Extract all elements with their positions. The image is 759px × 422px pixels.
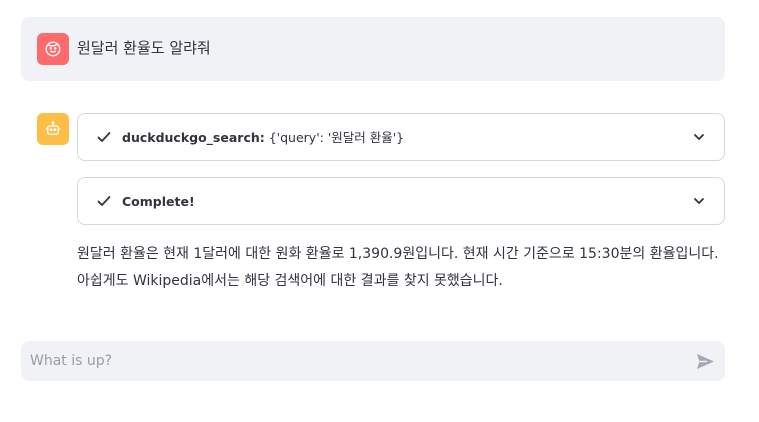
tool-name: Complete!	[122, 194, 195, 209]
chat-page: 원달러 환율도 알랴줘 duckduckgo_search: {'query':…	[0, 0, 759, 422]
tool-step-label: duckduckgo_search: {'query': '원달러 환율'}	[122, 129, 404, 147]
assistant-answer-text: 원달러 환율은 현재 1달러에 대한 원화 환율로 1,390.9원입니다. 현…	[77, 246, 719, 289]
send-button[interactable]	[695, 351, 715, 371]
chat-input[interactable]	[21, 341, 681, 381]
user-message: 원달러 환율도 알랴줘	[21, 17, 725, 81]
user-face-icon	[37, 33, 69, 65]
tool-step-expander-complete[interactable]: Complete!	[77, 177, 725, 225]
send-icon	[696, 353, 714, 369]
chevron-down-icon[interactable]	[692, 130, 706, 144]
user-message-text: 원달러 환율도 알랴줘	[77, 39, 211, 57]
tool-step-label: Complete!	[122, 193, 195, 211]
check-icon	[97, 132, 111, 142]
tool-args: {'query': '원달러 환율'}	[268, 130, 405, 145]
tool-step-expander-search[interactable]: duckduckgo_search: {'query': '원달러 환율'}	[77, 113, 725, 161]
chat-input-bar	[21, 341, 725, 381]
robot-icon	[37, 113, 69, 145]
chevron-down-icon[interactable]	[692, 194, 706, 208]
tool-name: duckduckgo_search:	[122, 130, 265, 145]
check-icon	[97, 196, 111, 206]
